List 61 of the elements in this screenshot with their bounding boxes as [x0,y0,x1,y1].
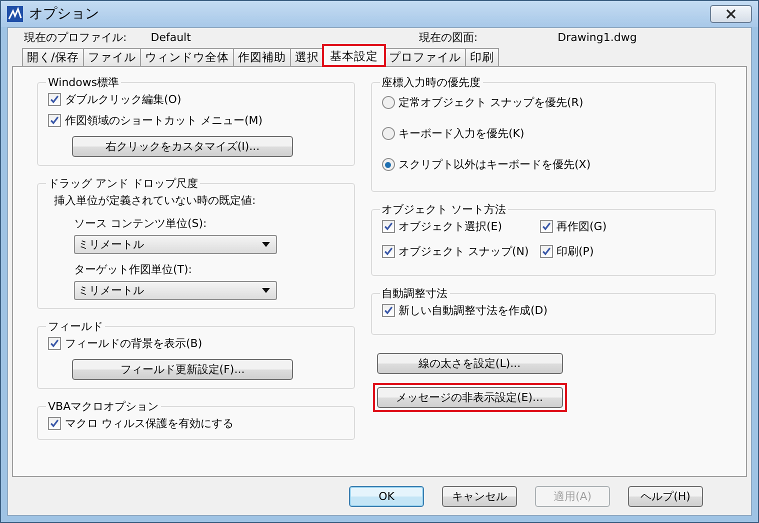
radio-button[interactable] [382,96,395,109]
tab[interactable]: 印刷 [464,48,499,66]
group-title: 自動調整寸法 [380,286,449,301]
settings-button[interactable]: メッセージの非表示設定(E)... [376,387,563,408]
dialog-button[interactable]: ヘルプ(H) [628,486,703,506]
close-icon [726,9,736,19]
caption-text: 挿入単位が定義されていない時の既定値: [53,193,257,208]
checkbox-label: 再作図(G) [556,219,607,234]
checkbox[interactable] [540,220,553,233]
unit-dropdown[interactable]: ミリメートル [74,235,277,254]
radio-label: スクリプト以外はキーボードを優先(X) [398,157,591,172]
group-title: フィールド [47,319,104,334]
settings-button[interactable]: 右クリックをカスタマイズ(I)... [72,136,293,157]
dropdown-arrow-icon [262,288,270,293]
checkbox[interactable] [382,304,395,317]
field-label: ターゲット作図単位(T): [73,262,194,277]
checkbox-label: オブジェクト スナップ(N) [398,244,529,259]
profile-value: Default [150,30,191,44]
app-icon [7,6,23,22]
checkbox[interactable] [382,220,395,233]
tab[interactable]: 作図補助 [232,48,291,66]
dropdown-arrow-icon [262,242,270,247]
group-title: VBAマクロオプション [47,399,160,414]
unit-dropdown[interactable]: ミリメートル [74,281,277,300]
tab[interactable]: ウィンドウ全体 [140,48,234,66]
dialog-button[interactable]: OK [349,486,424,506]
tab[interactable]: 基本設定 [322,45,385,66]
profile-label: 現在のプロファイル: [24,30,127,44]
checkbox-label: 新しい自動調整寸法を作成(D) [398,303,548,318]
tab[interactable]: 開く/保存 [22,48,84,66]
radio-button[interactable] [382,127,395,140]
group-title: オブジェクト ソート方法 [380,202,508,217]
radio-label: 定常オブジェクト スナップを優先(R) [398,95,584,110]
group-title: Windows標準 [47,75,120,90]
checkbox-label: マクロ ウィルス保護を有効にする [65,416,234,431]
checkbox[interactable] [48,417,61,430]
close-button[interactable] [710,5,752,23]
window-title: オプション [29,5,99,23]
group-title: ドラッグ アンド ドロップ尺度 [47,176,199,191]
checkbox[interactable] [48,337,61,350]
checkbox-label: 印刷(P) [556,244,594,259]
checkbox-label: フィールドの背景を表示(B) [65,336,202,351]
checkbox-label: 作図領域のショートカット メニュー(M) [65,113,263,128]
group-title: 座標入力時の優先度 [380,75,482,90]
drawing-value: Drawing1.dwg [558,30,637,44]
radio-label: キーボード入力を優先(K) [398,126,524,141]
field-label: ソース コンテンツ単位(S): [73,216,208,231]
checkbox-label: オブジェクト選択(E) [398,219,502,234]
checkbox[interactable] [540,245,553,258]
checkbox[interactable] [382,245,395,258]
settings-button[interactable]: フィールド更新設定(F)... [72,359,293,380]
tab[interactable]: プロファイル [384,48,466,66]
checkbox[interactable] [48,114,61,127]
tab[interactable]: 選択 [290,48,324,66]
settings-button[interactable]: 線の太さを設定(L)... [376,353,563,374]
radio-button[interactable] [382,158,395,171]
tab[interactable]: ファイル [82,48,141,66]
checkbox[interactable] [48,93,61,106]
dialog-button[interactable]: キャンセル [442,486,517,506]
drawing-label: 現在の図面: [418,30,478,44]
checkbox-label: ダブルクリック編集(O) [65,92,182,107]
